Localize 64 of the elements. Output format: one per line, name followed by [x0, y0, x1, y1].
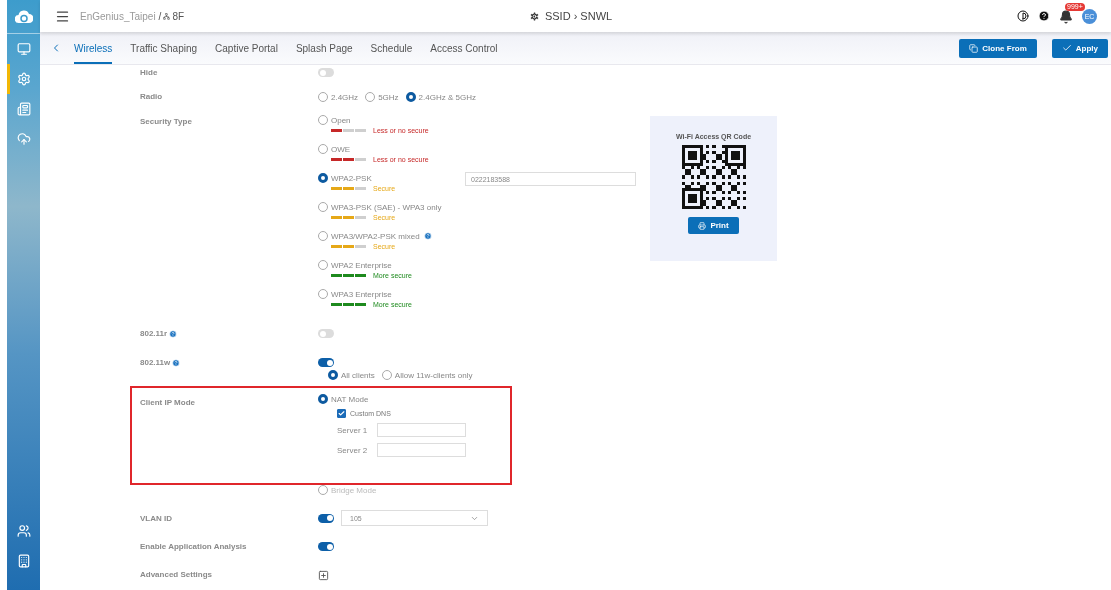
tab[interactable]: Captive Portal [215, 32, 278, 64]
field-label: Radio [140, 92, 163, 101]
radio-option[interactable]: WPA2-PSK [318, 173, 372, 183]
radio-option[interactable]: NAT Mode [318, 394, 369, 404]
help-icon[interactable] [1038, 10, 1050, 23]
field-label: Security Type [140, 117, 192, 126]
network-icon [163, 12, 171, 20]
monitor-icon [16, 42, 31, 56]
newspaper-icon [16, 102, 31, 116]
tab[interactable]: Traffic Shaping [130, 32, 198, 64]
printer-icon [698, 221, 707, 230]
users-icon [16, 524, 31, 538]
radio-option[interactable]: WPA3 Enterprise [318, 289, 392, 299]
menu-icon[interactable] [55, 8, 70, 24]
tab[interactable]: Access Control [430, 32, 498, 64]
field-label: Advanced Settings [140, 570, 212, 579]
page-title: SSID › SNWL [544, 10, 613, 23]
radio-option[interactable]: All clients [328, 370, 375, 380]
radio-option[interactable]: 2.4GHz & 5GHz [405, 92, 476, 102]
field-label: 802.11w [140, 358, 181, 367]
toggle-switch[interactable] [318, 68, 334, 77]
tab[interactable]: Splash Page [295, 32, 353, 64]
check-icon [1061, 43, 1072, 54]
clone-button[interactable]: Clone From [959, 38, 1037, 58]
radio-option[interactable]: WPA3-PSK (SAE) - WPA3 only [318, 202, 442, 212]
check-icon [338, 410, 345, 417]
toggle-switch[interactable] [318, 542, 334, 551]
radio-option[interactable]: 2.4GHz [318, 92, 359, 102]
toggle-switch[interactable] [318, 358, 334, 367]
expand-icon[interactable] [318, 570, 329, 581]
apply-button[interactable]: Apply [1051, 38, 1108, 58]
cloud-upload-icon [16, 132, 31, 146]
radio-option[interactable]: OWE [318, 144, 351, 154]
qr-code [681, 145, 746, 209]
settings-icon [528, 10, 540, 22]
field-label: Client IP Mode [140, 398, 195, 407]
radio-option[interactable]: Allow 11w-clients only [381, 370, 473, 380]
server-label: Server 1 [337, 425, 369, 435]
contrast-icon[interactable] [1017, 10, 1029, 23]
field-label: VLAN ID [140, 514, 172, 523]
building-icon [16, 554, 31, 568]
toggle-switch[interactable] [318, 513, 334, 523]
checkbox[interactable] [337, 409, 346, 418]
radio-option[interactable]: Bridge Mode [318, 485, 377, 495]
radio-option[interactable]: 5GHz [365, 92, 399, 102]
toggle-switch[interactable] [318, 329, 334, 338]
tab[interactable]: Wireless [74, 32, 113, 64]
bell-icon[interactable] [1059, 10, 1073, 25]
field-label: Hide [140, 68, 158, 77]
radio-option[interactable]: WPA3/WPA2-PSK mixed [318, 231, 420, 241]
gear-icon [16, 72, 31, 86]
server-label: Server 2 [337, 445, 369, 455]
server-field[interactable] [377, 443, 466, 457]
organization-name[interactable]: EnGenius_Taipei [80, 10, 156, 22]
radio-option[interactable]: WPA2 Enterprise [318, 260, 392, 270]
logo-icon[interactable] [14, 8, 33, 25]
print-button[interactable]: Print [688, 217, 739, 234]
tab[interactable]: Schedule [370, 32, 413, 64]
field-label: 802.11r [140, 329, 178, 338]
server-field[interactable] [377, 423, 466, 437]
copy-icon [969, 43, 979, 53]
field-label: Enable Application Analysis [140, 542, 247, 551]
radio-option[interactable]: Open [318, 115, 351, 125]
floor-name[interactable]: / 8F [158, 10, 185, 22]
